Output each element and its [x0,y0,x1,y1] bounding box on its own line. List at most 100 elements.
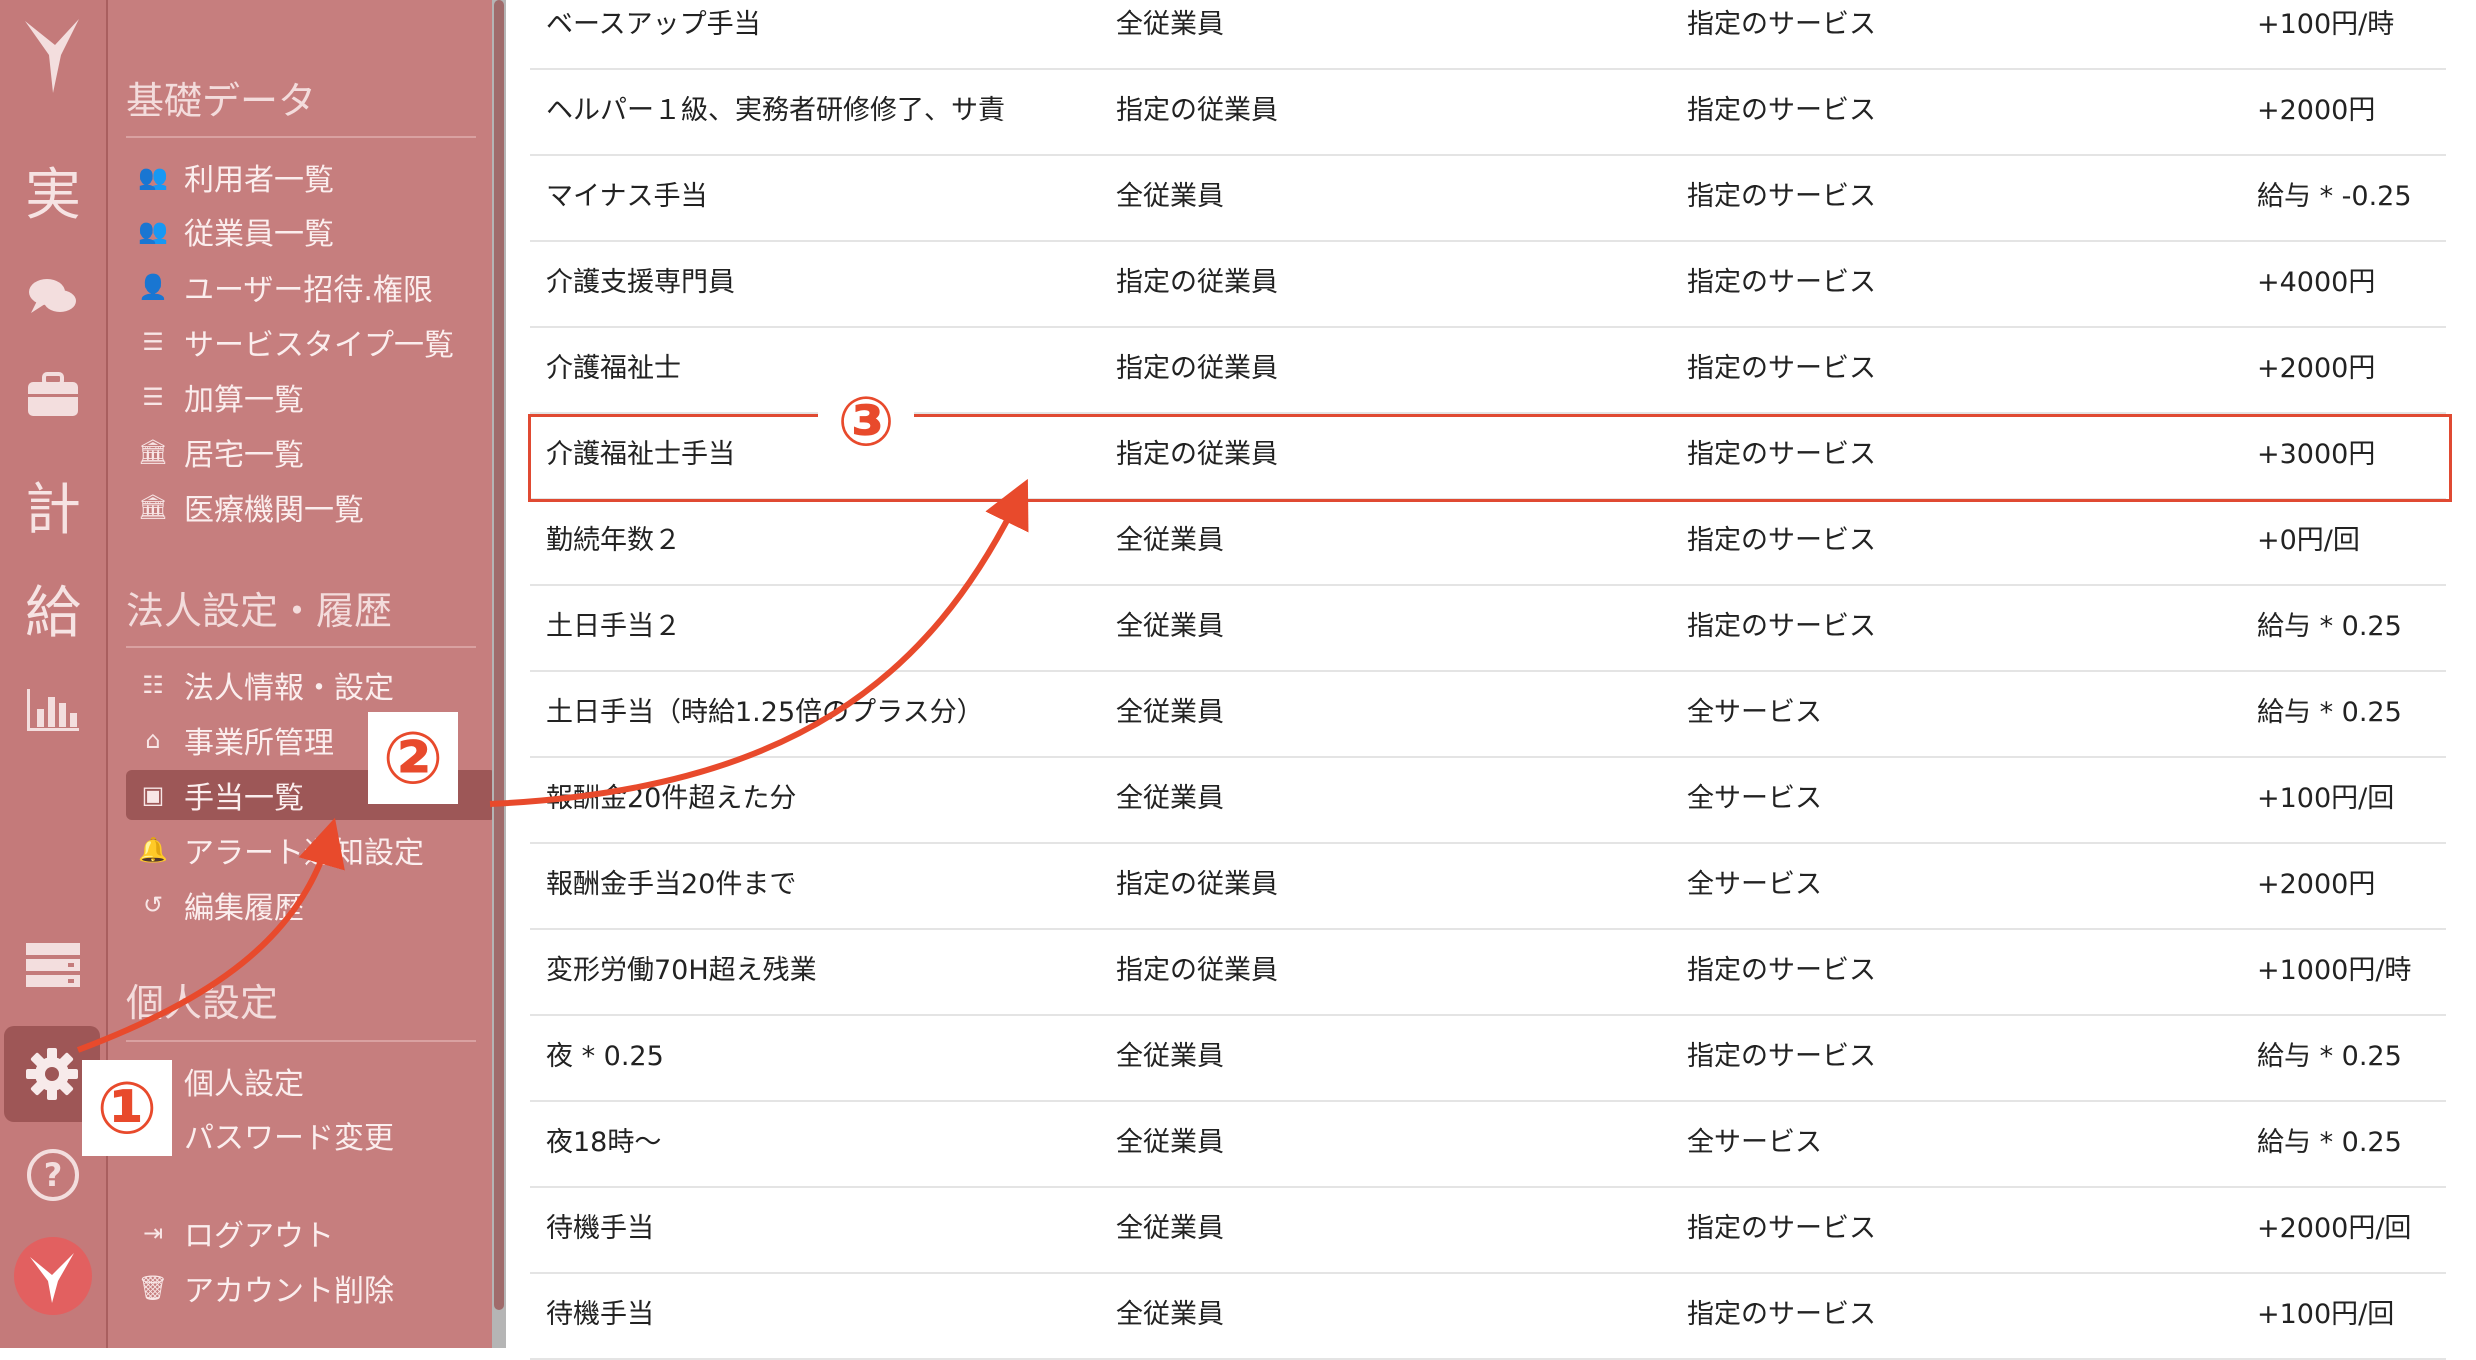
highlight-box-step3 [528,414,2452,502]
table-row[interactable]: 待機手当 全従業員 指定のサービス +100円/回 [530,1272,2446,1360]
allowance-name-cell: 変形労働70H超え残業 [546,955,817,986]
briefcase-icon[interactable] [0,360,106,430]
table-row[interactable]: 介護支援専門員 指定の従業員 指定のサービス +4000円 [530,240,2446,328]
logo-icon[interactable] [0,10,106,100]
allowance-name-cell: ヘルパー１級、実務者研修修了、サ責 [546,95,1005,126]
target-employees-cell: 全従業員 [1116,1299,1224,1330]
target-services-cell: 指定のサービス [1687,611,1876,642]
home-icon: ⌂ [145,726,161,754]
target-employees-cell: 指定の従業員 [1116,353,1278,384]
logout-icon: ⇥ [142,1219,164,1247]
sliders-icon: ☷ [142,671,164,699]
section-divider [126,1040,476,1042]
section-title-master-data: 基礎データ [126,79,317,123]
table-row[interactable]: 夜 * 0.25 全従業員 指定のサービス 給与 * 0.25 [530,1014,2446,1102]
target-services-cell: 指定のサービス [1687,95,1876,126]
table-row[interactable]: 夜18時〜 全従業員 全サービス 給与 * 0.25 [530,1100,2446,1188]
svg-text:?: ? [44,1156,63,1194]
table-row[interactable]: マイナス手当 全従業員 指定のサービス 給与 * -0.25 [530,154,2446,242]
allowance-name-cell: 待機手当 [546,1213,654,1244]
rail-keikaku[interactable]: 計 [0,465,106,545]
trash-icon: 🗑 [137,1274,169,1302]
target-employees-cell: 全従業員 [1116,611,1224,642]
section-title-corporate: 法人設定・履歴 [126,589,393,633]
database-icon: ☰ [142,328,164,356]
section-title-personal: 個人設定 [126,981,279,1025]
allowance-name-cell: 勤続年数２ [546,525,681,556]
menu-item-alert-settings[interactable]: 🔔 アラート通知設定 [126,825,476,875]
target-employees-cell: 指定の従業員 [1116,95,1278,126]
amount-cell: +100円/回 [2257,1299,2395,1330]
amount-cell: 給与 * -0.25 [2257,181,2412,212]
table-row[interactable]: 報酬金手当20件まで 指定の従業員 全サービス +2000円 [530,842,2446,930]
amount-cell: 給与 * 0.25 [2257,1041,2402,1072]
menu-item-corporate-info[interactable]: ☷ 法人情報・設定 [126,660,476,710]
target-employees-cell: 全従業員 [1116,783,1224,814]
target-services-cell: 指定のサービス [1687,353,1876,384]
table-row[interactable]: 報酬金20件超えた分 全従業員 全サービス +100円/回 [530,756,2446,844]
target-employees-cell: 全従業員 [1116,1213,1224,1244]
target-employees-cell: 全従業員 [1116,1041,1224,1072]
allowance-name-cell: 報酬金20件超えた分 [546,783,797,814]
building-icon: 🏛 [137,493,169,521]
rail-jisseki[interactable]: 実 [0,150,106,230]
menu-item-user-invite[interactable]: 👤 ユーザー招待.権限 [126,262,476,312]
target-services-cell: 全サービス [1687,1127,1822,1158]
section-divider [126,646,476,648]
amount-cell: +1000円/時 [2257,955,2412,986]
table-row[interactable]: 土日手当（時給1.25倍のプラス分） 全従業員 全サービス 給与 * 0.25 [530,670,2446,758]
amount-cell: +2000円 [2257,869,2376,900]
table-row[interactable]: 変形労働70H超え残業 指定の従業員 指定のサービス +1000円/時 [530,928,2446,1016]
database-icon: ☰ [142,383,164,411]
target-employees-cell: 全従業員 [1116,9,1224,40]
menu-item-logout[interactable]: ⇥ ログアウト [126,1208,476,1258]
avatar-logo-icon[interactable] [0,1232,106,1320]
menu-item-delete-account[interactable]: 🗑 アカウント削除 [126,1263,476,1313]
users-icon: 👥 [138,163,168,191]
rail-kyuyo[interactable]: 給 [0,568,106,648]
target-employees-cell: 全従業員 [1116,697,1224,728]
chat-icon[interactable] [0,262,106,332]
menu-item-password-change[interactable]: パスワード変更 [126,1110,476,1160]
users-icon: 👥 [138,217,168,245]
bell-icon: 🔔 [138,836,168,864]
amount-cell: +100円/回 [2257,783,2395,814]
table-row[interactable]: ヘルパー１級、実務者研修修了、サ責 指定の従業員 指定のサービス +2000円 [530,68,2446,156]
step-1-badge: ① [82,1060,172,1156]
target-services-cell: 指定のサービス [1687,9,1876,40]
menu-item-users[interactable]: 👥 利用者一覧 [126,152,476,202]
menu-item-medical-institutions[interactable]: 🏛 医療機関一覧 [126,482,476,532]
amount-cell: +100円/時 [2257,9,2395,40]
target-services-cell: 指定のサービス [1687,1213,1876,1244]
target-employees-cell: 指定の従業員 [1116,955,1278,986]
table-row[interactable]: 土日手当２ 全従業員 指定のサービス 給与 * 0.25 [530,584,2446,672]
target-employees-cell: 全従業員 [1116,525,1224,556]
bar-chart-icon[interactable] [0,680,106,740]
target-services-cell: 指定のサービス [1687,267,1876,298]
allowance-name-cell: 報酬金手当20件まで [546,869,797,900]
target-employees-cell: 指定の従業員 [1116,869,1278,900]
table-row[interactable]: 待機手当 全従業員 指定のサービス +2000円/回 [530,1186,2446,1274]
target-services-cell: 指定のサービス [1687,955,1876,986]
menu-item-personal-settings[interactable]: 個人設定 [126,1056,476,1106]
allowance-name-cell: 介護支援専門員 [546,267,735,298]
target-employees-cell: 指定の従業員 [1116,267,1278,298]
menu-item-additions[interactable]: ☰ 加算一覧 [126,372,476,422]
section-divider [126,136,476,138]
history-icon: ↺ [142,891,164,919]
menu-item-service-types[interactable]: ☰ サービスタイプ一覧 [126,317,476,367]
target-services-cell: 全サービス [1687,783,1822,814]
server-icon[interactable] [0,930,106,1000]
table-row[interactable]: ベースアップ手当 全従業員 指定のサービス +100円/時 [530,0,2446,70]
allowance-name-cell: 介護福祉士 [546,353,681,384]
allowance-name-cell: 土日手当（時給1.25倍のプラス分） [546,697,984,728]
target-services-cell: 指定のサービス [1687,181,1876,212]
menu-item-edit-history[interactable]: ↺ 編集履歴 [126,880,476,930]
menu-item-residences[interactable]: 🏛 居宅一覧 [126,427,476,477]
menu-scrollbar-thumb[interactable] [494,0,504,1310]
amount-cell: 給与 * 0.25 [2257,697,2402,728]
amount-cell: +2000円 [2257,95,2376,126]
step-2-badge: ② [368,712,458,804]
table-row[interactable]: 勤続年数２ 全従業員 指定のサービス +0円/回 [530,498,2446,586]
menu-item-employees[interactable]: 👥 従業員一覧 [126,206,476,256]
